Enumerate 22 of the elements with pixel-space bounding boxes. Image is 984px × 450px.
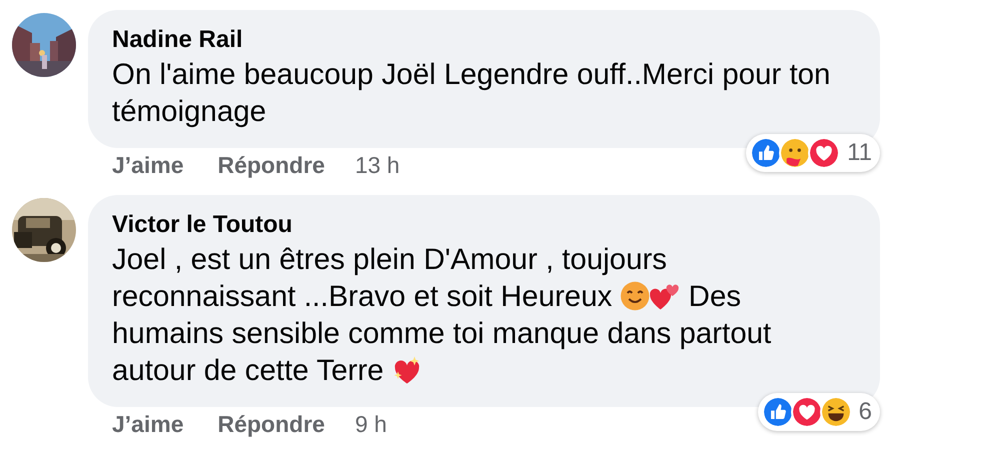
comment-time: 9 h <box>354 411 387 438</box>
smiling-face-icon <box>620 281 650 311</box>
comment-action-link[interactable]: Répondre <box>218 411 325 438</box>
comment-action-link[interactable]: Répondre <box>218 152 325 179</box>
thumbs-up-icon <box>762 396 794 428</box>
laughing-face-icon <box>820 396 852 428</box>
reactions-badge[interactable]: 11 <box>746 134 880 172</box>
reaction-count: 6 <box>858 398 872 426</box>
author-name: Victor le Toutou <box>112 211 294 239</box>
comment-text: On l'aime beaucoup Joël Legendre ouff..Merci pour ton témoignage <box>112 57 832 130</box>
sparkling-heart-icon <box>392 355 422 385</box>
comment-time: 13 h <box>354 152 400 179</box>
heart-icon <box>808 137 840 169</box>
reactions-badge[interactable]: 6 <box>758 393 880 431</box>
comment-text: Joel , est un êtres plein D'Amour , toujours reconnaissant ...Bravo et soit Heureux Des humains sensible comme toi manque dans partout autour de cette Terre <box>112 242 772 389</box>
thumbs-up-icon <box>750 137 782 169</box>
comment-action-link[interactable]: J’aime <box>112 152 184 179</box>
heart-icon <box>790 396 823 428</box>
hugging-face-icon <box>779 137 812 169</box>
author-name: Nadine Rail <box>112 26 244 54</box>
comment-action-link[interactable]: J’aime <box>112 411 184 438</box>
reaction-count: 11 <box>847 139 872 167</box>
